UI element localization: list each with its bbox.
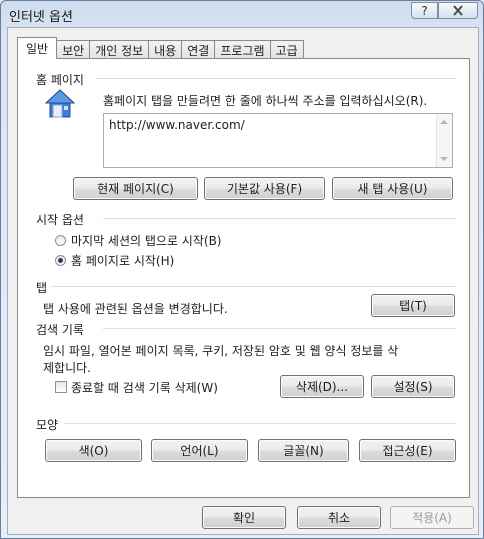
languages-button[interactable]: 언어(L) <box>151 439 248 462</box>
home-page-heading: 홈 페이지 <box>36 73 84 87</box>
fonts-button[interactable]: 글꼴(N) <box>258 439 349 462</box>
url-scrollbar[interactable] <box>436 114 452 167</box>
radio-last-session-label[interactable]: 마지막 세션의 탭으로 시작(B) <box>71 232 221 249</box>
accessibility-button[interactable]: 접근성(E) <box>359 439 456 462</box>
tab-programs[interactable]: 프로그램 <box>215 40 271 59</box>
radio-last-session[interactable] <box>55 235 66 246</box>
tab-connections[interactable]: 연결 <box>182 40 216 59</box>
close-icon <box>453 5 463 16</box>
divider <box>96 78 456 79</box>
tab-strip: 일반 보안 개인 정보 내용 연결 프로그램 고급 <box>17 37 304 59</box>
radio-home-page[interactable] <box>55 255 66 266</box>
close-button[interactable] <box>438 2 478 19</box>
delete-on-exit-label[interactable]: 종료할 때 검색 기록 삭제(W) <box>71 379 218 396</box>
tabs-heading: 탭 <box>36 281 48 295</box>
history-heading: 검색 기록 <box>36 323 84 337</box>
tab-advanced[interactable]: 고급 <box>270 40 304 59</box>
general-panel: 홈 페이지 홈페이지 탭을 만들려면 한 줄에 하나씩 주소를 입력하십시오(R… <box>17 58 470 498</box>
tabs-settings-button[interactable]: 탭(T) <box>371 294 455 317</box>
scroll-down-icon[interactable] <box>440 157 448 161</box>
tab-security[interactable]: 보안 <box>57 40 91 59</box>
cancel-button[interactable]: 취소 <box>297 506 381 529</box>
tabs-description: 탭 사용에 관련된 옵션을 변경합니다. <box>43 302 228 316</box>
tab-general[interactable]: 일반 <box>17 37 58 59</box>
tab-content[interactable]: 내용 <box>149 40 183 59</box>
delete-on-exit-checkbox[interactable] <box>55 381 67 393</box>
colors-button[interactable]: 색(O) <box>45 439 142 462</box>
history-description-line2: 제합니다. <box>43 361 91 375</box>
help-button[interactable]: ? <box>411 2 438 19</box>
divider <box>103 218 456 219</box>
home-page-instruction: 홈페이지 탭을 만들려면 한 줄에 하나씩 주소를 입력하십시오(R). <box>103 94 428 108</box>
home-page-url-value: http://www.naver.com/ <box>109 118 245 132</box>
divider <box>103 328 456 329</box>
house-icon <box>44 89 76 118</box>
radio-home-page-label[interactable]: 홈 페이지로 시작(H) <box>71 252 174 269</box>
home-page-url-field[interactable]: http://www.naver.com/ <box>103 113 453 168</box>
apply-button[interactable]: 적용(A) <box>390 506 474 529</box>
appearance-heading: 모양 <box>36 418 59 432</box>
divider <box>51 286 456 287</box>
history-settings-button[interactable]: 설정(S) <box>371 375 455 398</box>
ok-button[interactable]: 확인 <box>202 506 286 529</box>
window-title: 인터넷 옵션 <box>9 10 73 25</box>
tab-privacy[interactable]: 개인 정보 <box>90 40 150 59</box>
startup-heading: 시작 옵션 <box>36 213 84 227</box>
dialog-client: 일반 보안 개인 정보 내용 연결 프로그램 고급 홈 페이지 홈페이지 탭을 … <box>7 27 479 535</box>
history-description-line1: 임시 파일, 열어본 페이지 목록, 쿠키, 저장된 암호 및 웹 양식 정보를… <box>43 344 399 358</box>
divider <box>64 423 456 424</box>
dialog-window: 인터넷 옵션 ? 일반 보안 개인 정보 내용 연결 프로그램 고급 홈 페이지 <box>0 0 484 539</box>
scroll-up-icon[interactable] <box>440 120 448 124</box>
use-default-button[interactable]: 기본값 사용(F) <box>204 177 325 200</box>
use-current-button[interactable]: 현재 페이지(C) <box>73 177 198 200</box>
use-new-tab-button[interactable]: 새 탭 사용(U) <box>332 177 453 200</box>
delete-history-button[interactable]: 삭제(D)... <box>280 375 364 398</box>
